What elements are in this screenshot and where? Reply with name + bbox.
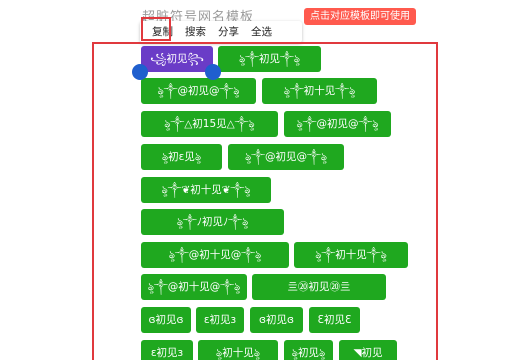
screen: 超脏符号网名模板 点击对应模板即可使用 复制 搜索 分享 全选 ꧁初见꧂ ৡ༒初… (0, 0, 516, 360)
highlight-outline (92, 42, 438, 360)
